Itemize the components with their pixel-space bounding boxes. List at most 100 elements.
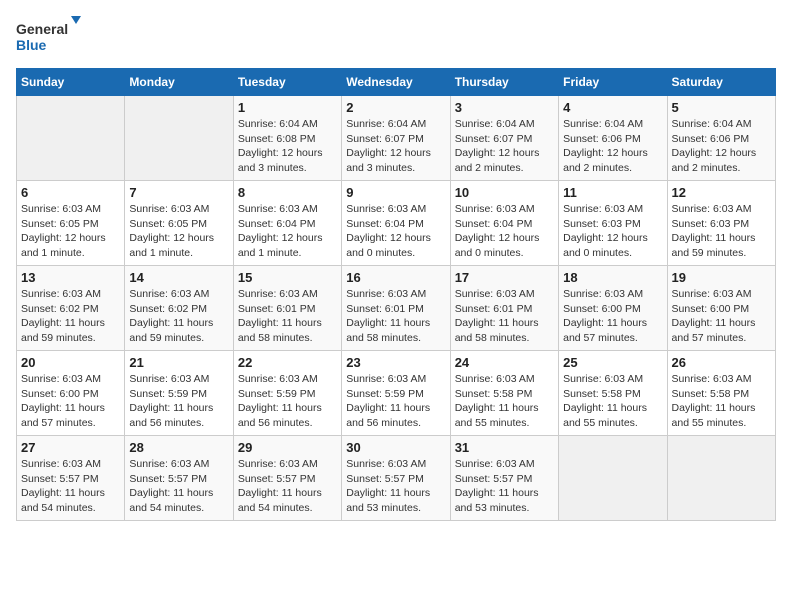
calendar-cell: 23Sunrise: 6:03 AM Sunset: 5:59 PM Dayli… [342,351,450,436]
day-info: Sunrise: 6:03 AM Sunset: 6:01 PM Dayligh… [455,287,554,346]
calendar-cell: 29 Sunrise: 6:03 AM Sunset: 5:57 PM Dayli… [233,436,341,521]
day-info: Sunrise: 6:03 AM Sunset: 6:04 PM Dayligh… [238,202,337,261]
day-info: Sunrise: 6:03 AM Sunset: 5:59 PM Dayligh… [238,372,337,431]
calendar-week: 20 Sunrise: 6:03 AM Sunset: 6:00 PM Dayli… [17,351,776,436]
day-number: 2 [346,100,445,115]
calendar-cell: 8Sunrise: 6:03 AM Sunset: 6:04 PM Daylig… [233,181,341,266]
calendar-cell: 28 Sunrise: 6:03 AM Sunset: 5:57 PM Dayli… [125,436,233,521]
calendar-cell: 12 Sunrise: 6:03 AM Sunset: 6:03 PM Dayli… [667,181,775,266]
svg-text:General: General [16,21,68,37]
calendar-cell: 14 Sunrise: 6:03 AM Sunset: 6:02 PM Dayli… [125,266,233,351]
day-info: Sunrise: 6:03 AM Sunset: 6:04 PM Dayligh… [455,202,554,261]
day-number: 20 [21,355,120,370]
day-number: 9 [346,185,445,200]
day-number: 27 [21,440,120,455]
calendar-cell: 27 Sunrise: 6:03 AM Sunset: 5:57 PM Dayli… [17,436,125,521]
day-info: Sunrise: 6:03 AM Sunset: 6:03 PM Dayligh… [672,202,771,261]
day-info: Sunrise: 6:03 AM Sunset: 6:02 PM Dayligh… [21,287,120,346]
day-number: 26 [672,355,771,370]
calendar-cell: 5 Sunrise: 6:04 AM Sunset: 6:06 PM Daylig… [667,96,775,181]
calendar-cell: 3Sunrise: 6:04 AM Sunset: 6:07 PM Daylig… [450,96,558,181]
day-info: Sunrise: 6:03 AM Sunset: 5:57 PM Dayligh… [21,457,120,516]
day-info: Sunrise: 6:03 AM Sunset: 6:00 PM Dayligh… [672,287,771,346]
calendar-week: 13 Sunrise: 6:03 AM Sunset: 6:02 PM Dayli… [17,266,776,351]
day-info: Sunrise: 6:03 AM Sunset: 5:57 PM Dayligh… [346,457,445,516]
calendar-cell: 11Sunrise: 6:03 AM Sunset: 6:03 PM Dayli… [559,181,667,266]
calendar-cell: 25 Sunrise: 6:03 AM Sunset: 5:58 PM Dayli… [559,351,667,436]
calendar-cell: 31 Sunrise: 6:03 AM Sunset: 5:57 PM Dayli… [450,436,558,521]
day-info: Sunrise: 6:03 AM Sunset: 6:04 PM Dayligh… [346,202,445,261]
day-number: 31 [455,440,554,455]
calendar-cell: 16 Sunrise: 6:03 AM Sunset: 6:01 PM Dayli… [342,266,450,351]
day-number: 25 [563,355,662,370]
day-info: Sunrise: 6:03 AM Sunset: 6:05 PM Dayligh… [21,202,120,261]
day-number: 22 [238,355,337,370]
day-number: 19 [672,270,771,285]
day-info: Sunrise: 6:03 AM Sunset: 5:58 PM Dayligh… [563,372,662,431]
calendar-week: 6Sunrise: 6:03 AM Sunset: 6:05 PM Daylig… [17,181,776,266]
calendar-cell: 20 Sunrise: 6:03 AM Sunset: 6:00 PM Dayli… [17,351,125,436]
day-info: Sunrise: 6:03 AM Sunset: 5:59 PM Dayligh… [346,372,445,431]
day-info: Sunrise: 6:03 AM Sunset: 6:03 PM Dayligh… [563,202,662,261]
day-number: 7 [129,185,228,200]
calendar-cell: 13 Sunrise: 6:03 AM Sunset: 6:02 PM Dayli… [17,266,125,351]
calendar-cell: 15Sunrise: 6:03 AM Sunset: 6:01 PM Dayli… [233,266,341,351]
day-info: Sunrise: 6:03 AM Sunset: 5:58 PM Dayligh… [455,372,554,431]
day-info: Sunrise: 6:03 AM Sunset: 6:01 PM Dayligh… [346,287,445,346]
day-number: 16 [346,270,445,285]
header-day: Friday [559,69,667,96]
day-number: 5 [672,100,771,115]
day-number: 1 [238,100,337,115]
day-info: Sunrise: 6:04 AM Sunset: 6:07 PM Dayligh… [455,117,554,176]
calendar-cell: 10 Sunrise: 6:03 AM Sunset: 6:04 PM Dayli… [450,181,558,266]
calendar-cell: 4Sunrise: 6:04 AM Sunset: 6:06 PM Daylig… [559,96,667,181]
day-number: 12 [672,185,771,200]
day-number: 15 [238,270,337,285]
day-number: 13 [21,270,120,285]
calendar-cell: 30 Sunrise: 6:03 AM Sunset: 5:57 PM Dayli… [342,436,450,521]
day-number: 4 [563,100,662,115]
day-number: 17 [455,270,554,285]
day-number: 21 [129,355,228,370]
calendar-cell: 1Sunrise: 6:04 AM Sunset: 6:08 PM Daylig… [233,96,341,181]
day-number: 30 [346,440,445,455]
day-info: Sunrise: 6:03 AM Sunset: 6:05 PM Dayligh… [129,202,228,261]
logo-icon: GeneralBlue [16,16,86,56]
day-info: Sunrise: 6:03 AM Sunset: 5:57 PM Dayligh… [455,457,554,516]
day-number: 18 [563,270,662,285]
header-day: Wednesday [342,69,450,96]
day-number: 10 [455,185,554,200]
header-day: Sunday [17,69,125,96]
calendar-cell: 21 Sunrise: 6:03 AM Sunset: 5:59 PM Dayli… [125,351,233,436]
calendar-cell [559,436,667,521]
calendar-cell: 19 Sunrise: 6:03 AM Sunset: 6:00 PM Dayli… [667,266,775,351]
day-info: Sunrise: 6:04 AM Sunset: 6:06 PM Dayligh… [672,117,771,176]
day-number: 29 [238,440,337,455]
header-day: Tuesday [233,69,341,96]
day-number: 24 [455,355,554,370]
header-day: Thursday [450,69,558,96]
calendar-cell: 2 Sunrise: 6:04 AM Sunset: 6:07 PM Daylig… [342,96,450,181]
day-number: 14 [129,270,228,285]
calendar-cell: 6Sunrise: 6:03 AM Sunset: 6:05 PM Daylig… [17,181,125,266]
day-number: 28 [129,440,228,455]
calendar-table: SundayMondayTuesdayWednesdayThursdayFrid… [16,68,776,521]
calendar-cell: 24 Sunrise: 6:03 AM Sunset: 5:58 PM Dayli… [450,351,558,436]
svg-text:Blue: Blue [16,37,47,53]
header-day: Saturday [667,69,775,96]
calendar-week: 27 Sunrise: 6:03 AM Sunset: 5:57 PM Dayli… [17,436,776,521]
logo: GeneralBlue [16,16,86,56]
day-info: Sunrise: 6:03 AM Sunset: 6:00 PM Dayligh… [21,372,120,431]
day-info: Sunrise: 6:03 AM Sunset: 5:57 PM Dayligh… [129,457,228,516]
calendar-cell: 22 Sunrise: 6:03 AM Sunset: 5:59 PM Dayli… [233,351,341,436]
header-row: SundayMondayTuesdayWednesdayThursdayFrid… [17,69,776,96]
day-info: Sunrise: 6:03 AM Sunset: 6:02 PM Dayligh… [129,287,228,346]
calendar-cell [17,96,125,181]
day-info: Sunrise: 6:03 AM Sunset: 5:59 PM Dayligh… [129,372,228,431]
calendar-cell: 26Sunrise: 6:03 AM Sunset: 5:58 PM Dayli… [667,351,775,436]
day-info: Sunrise: 6:04 AM Sunset: 6:07 PM Dayligh… [346,117,445,176]
day-info: Sunrise: 6:03 AM Sunset: 5:57 PM Dayligh… [238,457,337,516]
calendar-cell: 7 Sunrise: 6:03 AM Sunset: 6:05 PM Daylig… [125,181,233,266]
calendar-cell: 9 Sunrise: 6:03 AM Sunset: 6:04 PM Daylig… [342,181,450,266]
calendar-cell: 17 Sunrise: 6:03 AM Sunset: 6:01 PM Dayli… [450,266,558,351]
